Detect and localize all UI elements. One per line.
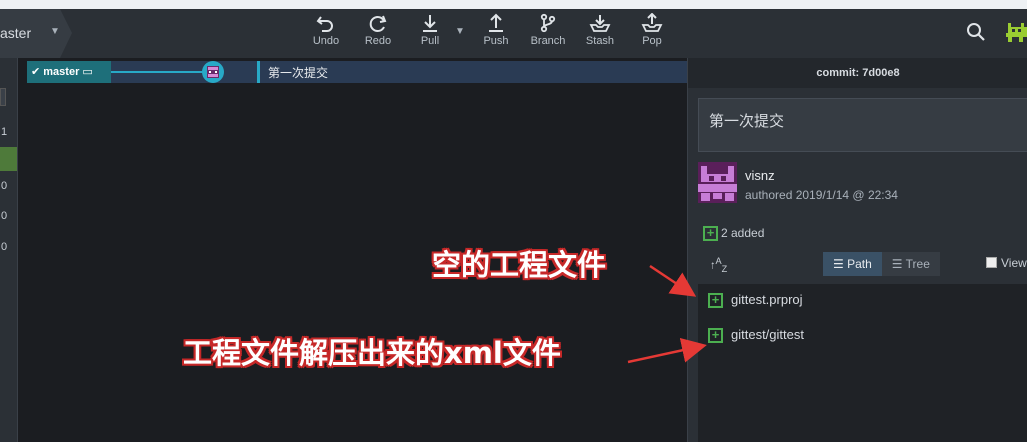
push-label: Push — [483, 35, 509, 47]
pull-label: Pull — [420, 35, 440, 47]
stash-button[interactable]: Stash — [575, 11, 625, 55]
annotation-empty-project: 空的工程文件 — [432, 248, 607, 282]
pop-button[interactable]: Pop — [627, 11, 677, 55]
checkmark-icon: ✔ — [31, 66, 41, 78]
commit-message-box[interactable]: 第一次提交 — [698, 98, 1027, 152]
checkbox-icon — [986, 257, 997, 268]
graph-line — [111, 71, 211, 73]
gutter-count: 0 — [1, 180, 8, 192]
undo-label: Undo — [312, 35, 340, 47]
view-toggle: ☰ Path ☰ Tree — [823, 252, 940, 276]
commit-sha-header: commit: 7d00e8 — [688, 58, 1027, 88]
pop-icon — [641, 13, 663, 32]
gutter-count: 1 — [1, 126, 8, 138]
branch-button[interactable]: Branch — [523, 11, 573, 55]
commit-node-avatar[interactable] — [202, 61, 224, 83]
annotation-xml-file: 工程文件解压出来的xml文件 — [183, 336, 561, 370]
redo-icon — [369, 15, 387, 32]
gutter-box — [0, 88, 6, 106]
push-button[interactable]: Push — [471, 11, 521, 55]
laptop-icon: ▭ — [82, 66, 93, 78]
view-all-checkbox[interactable]: View — [986, 256, 1027, 270]
added-summary: +2 added — [703, 226, 765, 242]
user-avatar[interactable] — [1004, 17, 1027, 49]
redo-label: Redo — [364, 35, 392, 47]
file-name: gittest/gittest — [731, 327, 804, 342]
chevron-down-icon: ▼ — [50, 26, 60, 37]
undo-button[interactable]: Undo — [301, 11, 351, 55]
stash-label: Stash — [585, 35, 615, 47]
sort-az-icon[interactable]: ↑AZ — [710, 256, 727, 274]
view-all-label: View — [1001, 256, 1027, 270]
undo-icon — [316, 16, 333, 32]
left-gutter: 1 0 0 0 — [0, 58, 18, 442]
toolbar: aster ▼ Undo Redo Pull ▼ Push Branch Sta… — [0, 9, 1027, 58]
file-list: + gittest.prproj + gittest/gittest — [698, 284, 1027, 442]
pop-label: Pop — [642, 35, 662, 47]
push-icon — [489, 13, 503, 32]
commit-details-panel: commit: 7d00e8 第一次提交 visnz authored 2019… — [687, 58, 1027, 442]
file-name: gittest.prproj — [731, 292, 803, 307]
branch-label: Branch — [530, 35, 566, 47]
file-item[interactable]: + gittest.prproj — [708, 292, 803, 309]
branch-icon — [540, 13, 556, 33]
branch-name: aster — [0, 25, 32, 41]
search-icon[interactable] — [966, 22, 986, 42]
added-plus-icon: + — [703, 226, 718, 242]
branch-tag-label: master — [43, 66, 80, 78]
added-plus-icon: + — [708, 328, 723, 344]
list-icon: ☰ — [833, 257, 848, 271]
author-avatar — [698, 162, 737, 203]
gutter-count: 0 — [1, 210, 8, 222]
redo-button[interactable]: Redo — [353, 11, 403, 55]
path-view-button[interactable]: ☰ Path — [823, 252, 882, 276]
window-top-strip — [0, 0, 1027, 9]
added-plus-icon: + — [708, 293, 723, 309]
pull-options-chevron-icon[interactable]: ▼ — [455, 26, 465, 37]
list-icon: ☰ — [891, 257, 906, 271]
commit-message[interactable]: 第一次提交 — [268, 64, 328, 81]
added-count: 2 added — [721, 226, 765, 240]
graph-node-bar — [257, 61, 260, 83]
pull-button[interactable]: Pull — [405, 11, 455, 55]
tree-view-label: Tree — [905, 257, 930, 271]
pull-icon — [423, 15, 437, 32]
branch-selector[interactable]: aster ▼ — [0, 9, 72, 58]
stash-icon — [589, 15, 611, 32]
gutter-count: 0 — [1, 241, 8, 253]
gutter-selected — [0, 147, 17, 171]
tree-view-button[interactable]: ☰ Tree — [881, 252, 940, 276]
path-view-label: Path — [847, 257, 872, 271]
authored-date: authored 2019/1/14 @ 22:34 — [745, 188, 898, 202]
file-item[interactable]: + gittest/gittest — [708, 327, 804, 344]
author-name: visnz — [745, 168, 775, 183]
branch-tag-master[interactable]: ✔ master ▭ — [27, 61, 111, 83]
